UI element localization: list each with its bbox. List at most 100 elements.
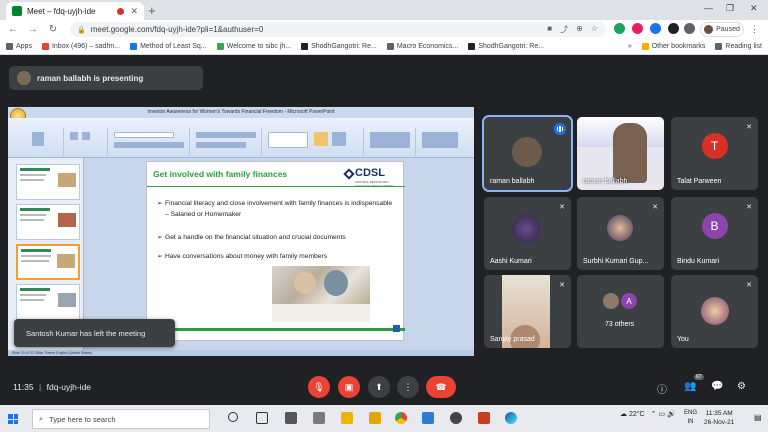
back-icon[interactable]: ← (6, 24, 20, 35)
cortana-icon[interactable] (228, 412, 238, 422)
browser-menu-icon[interactable]: ⋮ (750, 24, 759, 35)
bookmark-item[interactable]: ShodhGangotri: Re... (468, 43, 544, 50)
address-bar[interactable]: 🔒 meet.google.com/fdq-uyjh-ide?pli=1&aut… (70, 22, 606, 37)
paste-icon[interactable] (32, 132, 44, 146)
slide-thumbnail[interactable] (16, 204, 80, 240)
activities-icon[interactable]: ⚙ (737, 381, 746, 392)
extension-pink-icon[interactable] (632, 23, 643, 34)
shape-fill-icons[interactable] (370, 132, 410, 148)
self-tile[interactable]: ✕ You (671, 275, 758, 348)
reading-list[interactable]: Reading list (715, 43, 762, 50)
slide-footer-bar (147, 328, 405, 331)
network-icon[interactable]: ▭ (658, 411, 665, 418)
bookmark-star-icon[interactable]: ☆ (591, 24, 598, 35)
extensions-puzzle-icon[interactable] (684, 23, 695, 34)
bookmark-item[interactable]: ShodhGangotri: Re... (301, 43, 377, 50)
zoom-icon[interactable]: ⊕ (576, 24, 583, 35)
participant-tile[interactable]: raman ballabh (577, 117, 664, 190)
layout-icon[interactable] (82, 132, 90, 140)
profile-button[interactable]: Paused (700, 22, 744, 37)
meeting-details: 11:35 | fdq-uyjh-ide (13, 382, 92, 392)
participant-tile[interactable]: ✕ Aashi Kumari (484, 197, 571, 270)
arrange-icon[interactable] (314, 132, 328, 146)
slide-thumbnail[interactable] (16, 164, 80, 200)
briefcase-icon[interactable] (369, 412, 381, 424)
font-box[interactable] (114, 132, 174, 138)
camera-icon[interactable]: ■ (547, 24, 552, 35)
volume-icon[interactable]: 🔊 (667, 411, 676, 418)
mic-off-icon: 🎙 (313, 381, 325, 392)
participant-avatar: T (701, 133, 728, 160)
font-format-icons[interactable] (114, 142, 184, 148)
new-slide-icon[interactable] (70, 132, 78, 140)
language-indicator[interactable]: ENG IN (684, 409, 697, 427)
find-replace-icons[interactable] (422, 132, 458, 148)
chrome-icon[interactable] (395, 412, 407, 424)
extension-green-icon[interactable] (614, 23, 625, 34)
meeting-info-icon[interactable]: ⓘ (657, 381, 667, 396)
maximize-icon[interactable]: ❐ (726, 3, 734, 14)
windows-start-icon[interactable] (8, 414, 18, 424)
participant-photo (512, 215, 540, 243)
file-explorer-icon[interactable] (341, 412, 353, 424)
more-options-button[interactable]: ⋮ (397, 376, 419, 398)
extension-dark-icon[interactable] (668, 23, 679, 34)
participant-tile[interactable]: raman ballabh (482, 115, 573, 192)
powerpoint-icon[interactable] (478, 412, 490, 424)
participant-tile[interactable]: T ✕ Talat Parween (671, 117, 758, 190)
present-button[interactable]: ⬆ (368, 376, 390, 398)
tray-chevron-icon[interactable]: ⌃ (651, 411, 657, 418)
other-bookmarks[interactable]: Other bookmarks (641, 43, 705, 50)
slide-title-rule (147, 186, 405, 187)
people-icon[interactable]: 👥 (684, 381, 696, 392)
browser-tab[interactable]: Meet – fdq-uyjh-ide ✕ (6, 2, 144, 20)
bookmark-item[interactable]: Macro Economics... (386, 43, 458, 50)
minimize-icon[interactable]: — (704, 3, 713, 13)
participant-tile-others[interactable]: A 73 others (577, 275, 664, 348)
participant-name: Talat Parween (677, 178, 722, 185)
word-icon[interactable] (422, 412, 434, 424)
reload-icon[interactable]: ↻ (46, 24, 60, 35)
media-player-icon[interactable] (450, 412, 462, 424)
extension-blue-icon[interactable] (650, 23, 661, 34)
ppt-window-title: Investor Awareness for Women's Towards F… (8, 107, 474, 118)
leave-call-button[interactable]: ☎ (426, 376, 456, 398)
bookmarks-overflow[interactable]: » (628, 43, 632, 50)
participant-tile[interactable]: ✕ Surbhi Kumari Gup... (577, 197, 664, 270)
chat-icon[interactable]: 💬 (711, 381, 723, 392)
slide-bullet: ➢ Have conversations about money with fam… (157, 253, 328, 260)
bookmark-item[interactable]: Apps (6, 43, 32, 50)
close-window-icon[interactable]: ✕ (750, 3, 758, 14)
current-slide: Get involved with family finances CDSL C… (146, 161, 405, 341)
temperature[interactable]: 22°C (629, 411, 645, 418)
tab-close-icon[interactable]: ✕ (130, 6, 138, 17)
calculator-icon[interactable] (285, 412, 297, 424)
bookmark-item[interactable]: Welcome to sibc jh... (216, 43, 291, 50)
align-icons[interactable] (196, 142, 246, 148)
participant-name: Surbhi Kumari Gup... (583, 258, 649, 265)
taskbar-search-input[interactable]: ⌕ Type here to search (32, 409, 210, 429)
paragraph-icons[interactable] (196, 132, 256, 138)
presenter-banner: raman ballabh is presenting (9, 66, 203, 90)
taskbar-clock[interactable]: 11:35 AM 26-Nov-21 (704, 409, 734, 427)
mic-toggle-button[interactable]: 🎙 (308, 376, 330, 398)
edge-icon[interactable] (505, 412, 517, 424)
speaking-indicator-icon (554, 123, 566, 135)
quick-styles-icon[interactable] (332, 132, 346, 146)
notification-icon[interactable]: ▤ (754, 413, 762, 422)
camera-toggle-button[interactable]: ▣ (338, 376, 360, 398)
ppt-status-bar: Slide 20 of 32 Office Theme English (Uni… (8, 350, 474, 356)
slide-thumbnail-selected[interactable] (16, 244, 80, 280)
participant-tile[interactable]: ✕ Sanjay prasad (484, 275, 571, 348)
store-icon[interactable] (313, 412, 325, 424)
participant-tile[interactable]: B ✕ Bindu Kumari (671, 197, 758, 270)
bookmark-item[interactable]: Inbox (496) – sadhn... (41, 43, 120, 50)
bookmark-item[interactable]: Method of Least Sq... (130, 43, 207, 50)
forward-icon[interactable]: → (26, 24, 40, 35)
task-view-icon[interactable] (256, 412, 268, 424)
slide-thumbnail[interactable] (16, 284, 80, 320)
weather-icon[interactable]: ☁ (620, 411, 627, 418)
share-icon[interactable]: ⤴ (560, 24, 568, 35)
shapes-gallery[interactable] (268, 132, 308, 148)
new-tab-button[interactable]: + (148, 3, 156, 18)
